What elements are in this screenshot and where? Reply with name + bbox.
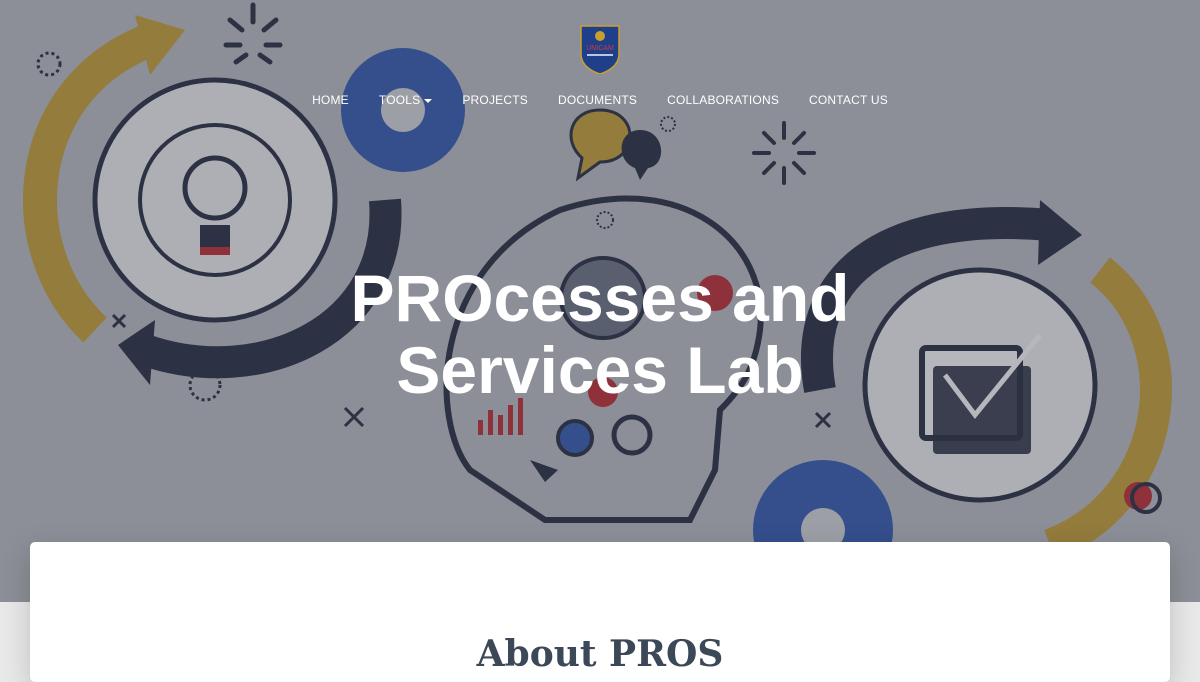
nav-projects[interactable]: PROJECTS bbox=[447, 92, 543, 110]
nav-collaborations-label: COLLABORATIONS bbox=[667, 93, 780, 107]
main-navigation: HOME TOOLS PROJECTS DOCUMENTS COLLABORAT… bbox=[0, 92, 1200, 110]
nav-home-label: HOME bbox=[312, 93, 349, 107]
nav-tools-label: TOOLS bbox=[378, 93, 421, 107]
main-content-card: About PROS bbox=[30, 542, 1170, 682]
nav-tools[interactable]: TOOLS bbox=[364, 92, 447, 110]
nav-home[interactable]: HOME bbox=[297, 92, 364, 110]
hero-title: PROcesses and Services Lab bbox=[300, 262, 900, 406]
hero-section: UNICAM HOME TOOLS PROJECTS DOCUMENTS COL… bbox=[0, 0, 1200, 602]
nav-documents[interactable]: DOCUMENTS bbox=[543, 92, 652, 110]
section-heading: About PROS bbox=[476, 633, 724, 675]
hero-title-line1: PROcesses and bbox=[350, 261, 850, 335]
nav-contact-us[interactable]: CONTACT US bbox=[794, 92, 903, 110]
nav-documents-label: DOCUMENTS bbox=[557, 93, 638, 107]
hero-title-line2: Services Lab bbox=[396, 333, 804, 407]
university-logo[interactable]: UNICAM bbox=[579, 24, 621, 74]
svg-text:UNICAM: UNICAM bbox=[586, 45, 614, 52]
caret-down-icon bbox=[424, 98, 433, 103]
nav-collaborations[interactable]: COLLABORATIONS bbox=[652, 92, 794, 110]
nav-projects-label: PROJECTS bbox=[462, 93, 528, 107]
nav-contact-us-label: CONTACT US bbox=[809, 93, 888, 107]
